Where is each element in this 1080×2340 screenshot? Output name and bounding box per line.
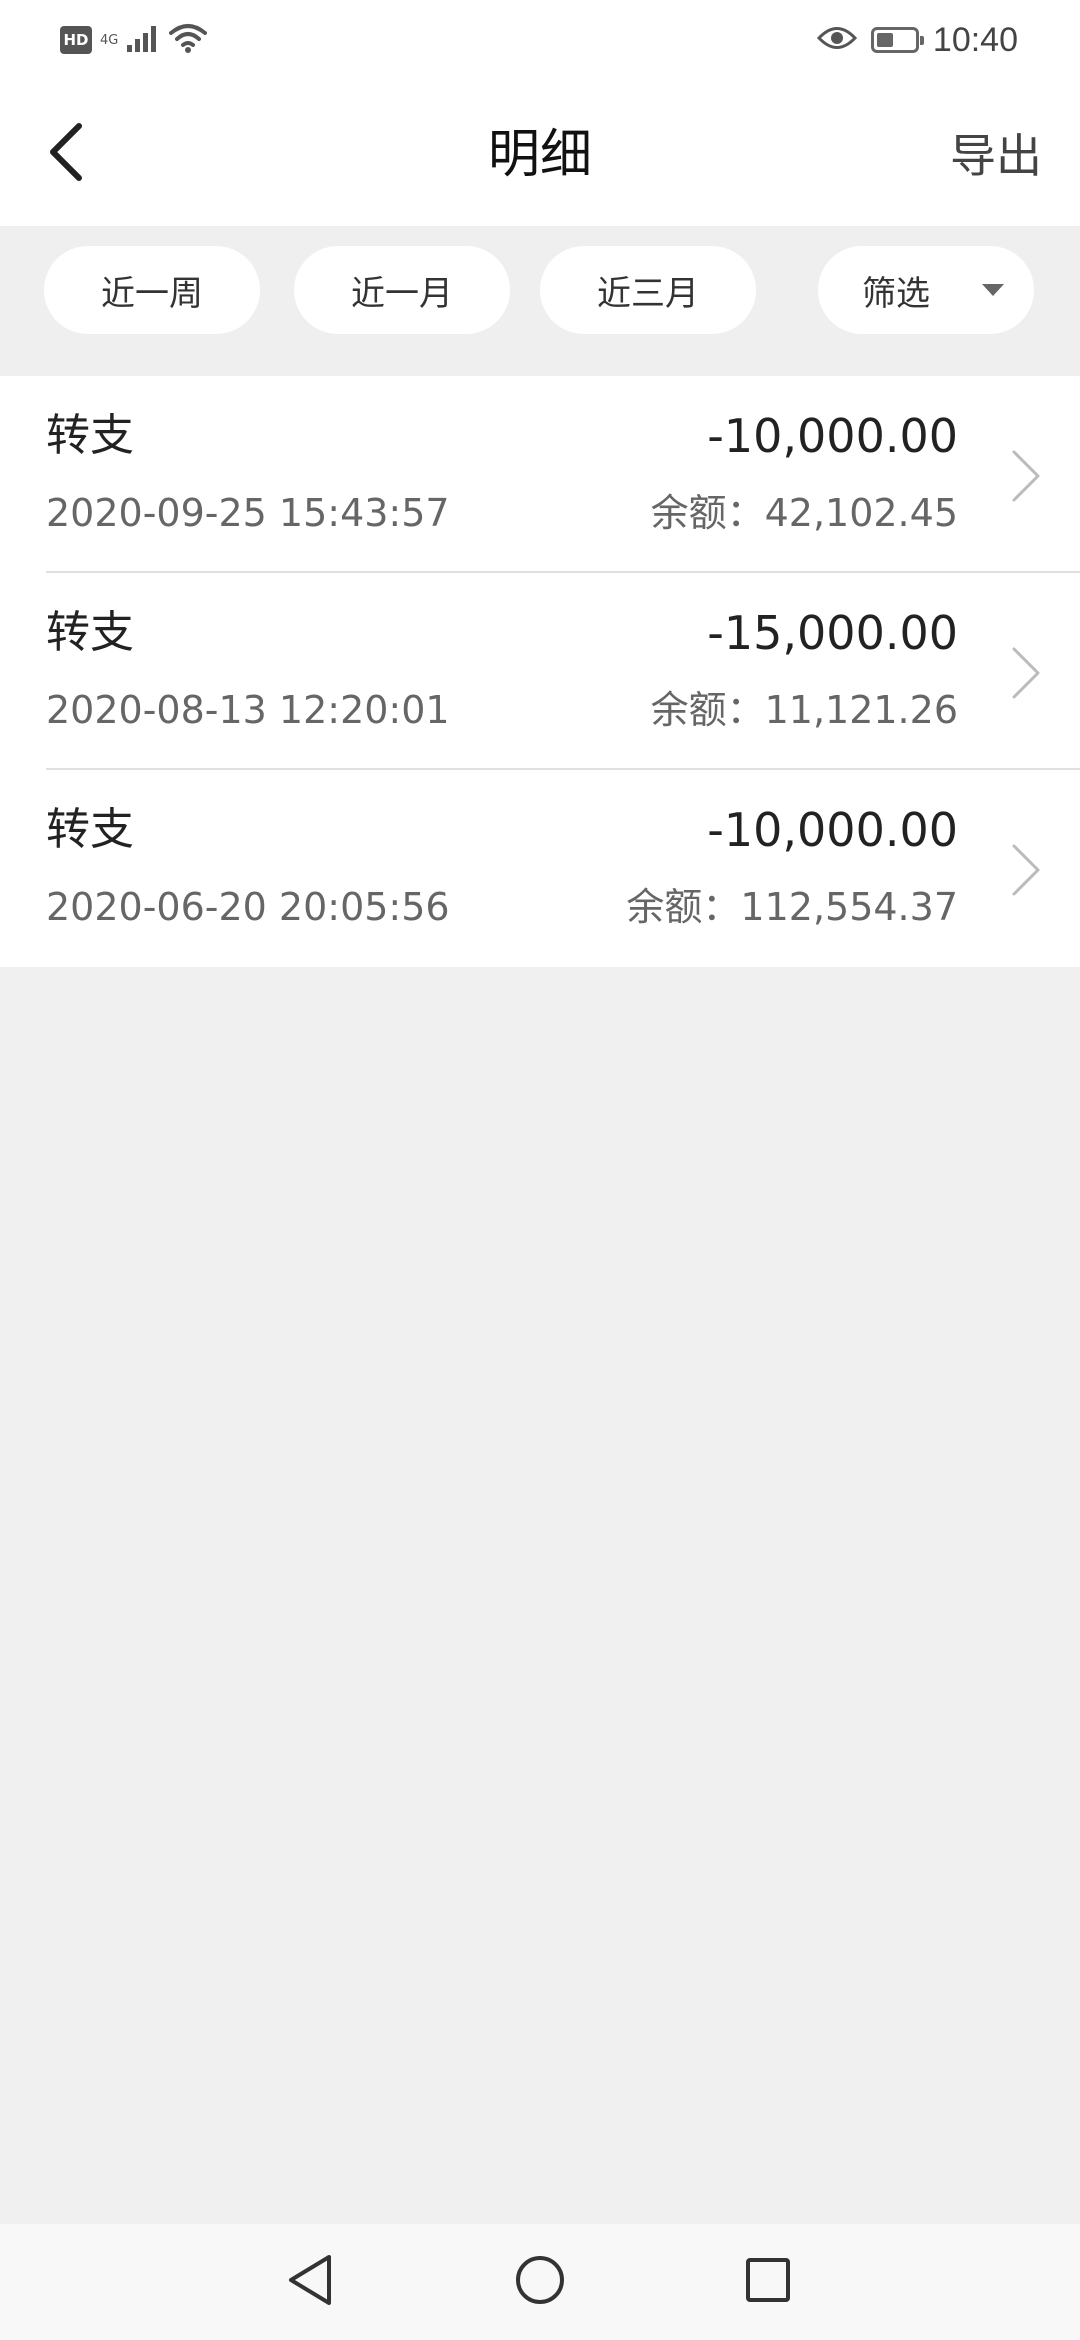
transaction-time: 2020-06-20 20:05:56 xyxy=(46,885,450,929)
screen: HD 4G 10:40 明细 导出 近一周 近一月 近三月 筛选 转支 -10,… xyxy=(0,0,1080,2340)
transaction-balance: 余额：11,121.26 xyxy=(650,688,958,732)
system-nav-bar xyxy=(0,2224,1080,2340)
transaction-row[interactable]: 转支 -15,000.00 2020-08-13 12:20:01 余额：11,… xyxy=(0,573,1080,770)
chip-last-three-months[interactable]: 近三月 xyxy=(540,246,756,334)
signal-icon xyxy=(126,23,160,57)
caret-down-icon xyxy=(982,284,1004,296)
status-time: 10:40 xyxy=(932,20,1018,59)
chevron-right-icon xyxy=(1006,446,1046,506)
battery-icon xyxy=(870,27,924,53)
chevron-right-icon xyxy=(1006,643,1046,703)
eye-icon xyxy=(816,25,857,55)
status-bar: HD 4G 10:40 xyxy=(0,0,1080,80)
transaction-time: 2020-08-13 12:20:01 xyxy=(46,688,450,732)
transaction-amount: -10,000.00 xyxy=(707,409,958,463)
home-circle-icon xyxy=(514,2254,566,2310)
back-triangle-icon xyxy=(285,2253,335,2311)
transaction-title: 转支 xyxy=(46,607,134,658)
transaction-balance: 余额：42,102.45 xyxy=(650,491,958,535)
transaction-amount: -15,000.00 xyxy=(707,606,958,660)
transaction-title: 转支 xyxy=(46,410,134,461)
battery-fill xyxy=(876,33,893,47)
page-title: 明细 xyxy=(487,125,592,185)
filter-label: 筛选 xyxy=(862,273,930,314)
status-right: 10:40 xyxy=(816,18,1018,62)
nav-home-button[interactable] xyxy=(510,2252,570,2312)
transaction-list: 转支 -10,000.00 2020-09-25 15:43:57 余额：42,… xyxy=(0,376,1080,967)
network-indicator: 4G xyxy=(100,34,118,47)
filter-button[interactable]: 筛选 xyxy=(818,246,1034,334)
transaction-time: 2020-09-25 15:43:57 xyxy=(46,491,450,535)
transaction-title: 转支 xyxy=(46,804,134,855)
hd-icon: HD xyxy=(60,26,92,54)
transaction-amount: -10,000.00 xyxy=(707,803,958,857)
transaction-row[interactable]: 转支 -10,000.00 2020-09-25 15:43:57 余额：42,… xyxy=(0,376,1080,573)
chip-last-month[interactable]: 近一月 xyxy=(294,246,510,334)
transaction-row[interactable]: 转支 -10,000.00 2020-06-20 20:05:56 余额：112… xyxy=(0,770,1080,967)
nav-recents-button[interactable] xyxy=(738,2252,798,2312)
recents-square-icon xyxy=(744,2256,792,2308)
title-bar: 明细 导出 xyxy=(0,80,1080,226)
export-button[interactable]: 导出 xyxy=(950,124,1042,188)
transaction-balance: 余额：112,554.37 xyxy=(626,885,958,929)
network-label: 4G xyxy=(100,32,119,48)
nav-back-button[interactable] xyxy=(280,2252,340,2312)
chip-last-week[interactable]: 近一周 xyxy=(44,246,260,334)
wifi-icon xyxy=(168,22,208,58)
filter-bar: 近一周 近一月 近三月 筛选 xyxy=(0,226,1080,376)
status-left: HD 4G xyxy=(60,20,208,60)
chevron-right-icon xyxy=(1006,840,1046,900)
